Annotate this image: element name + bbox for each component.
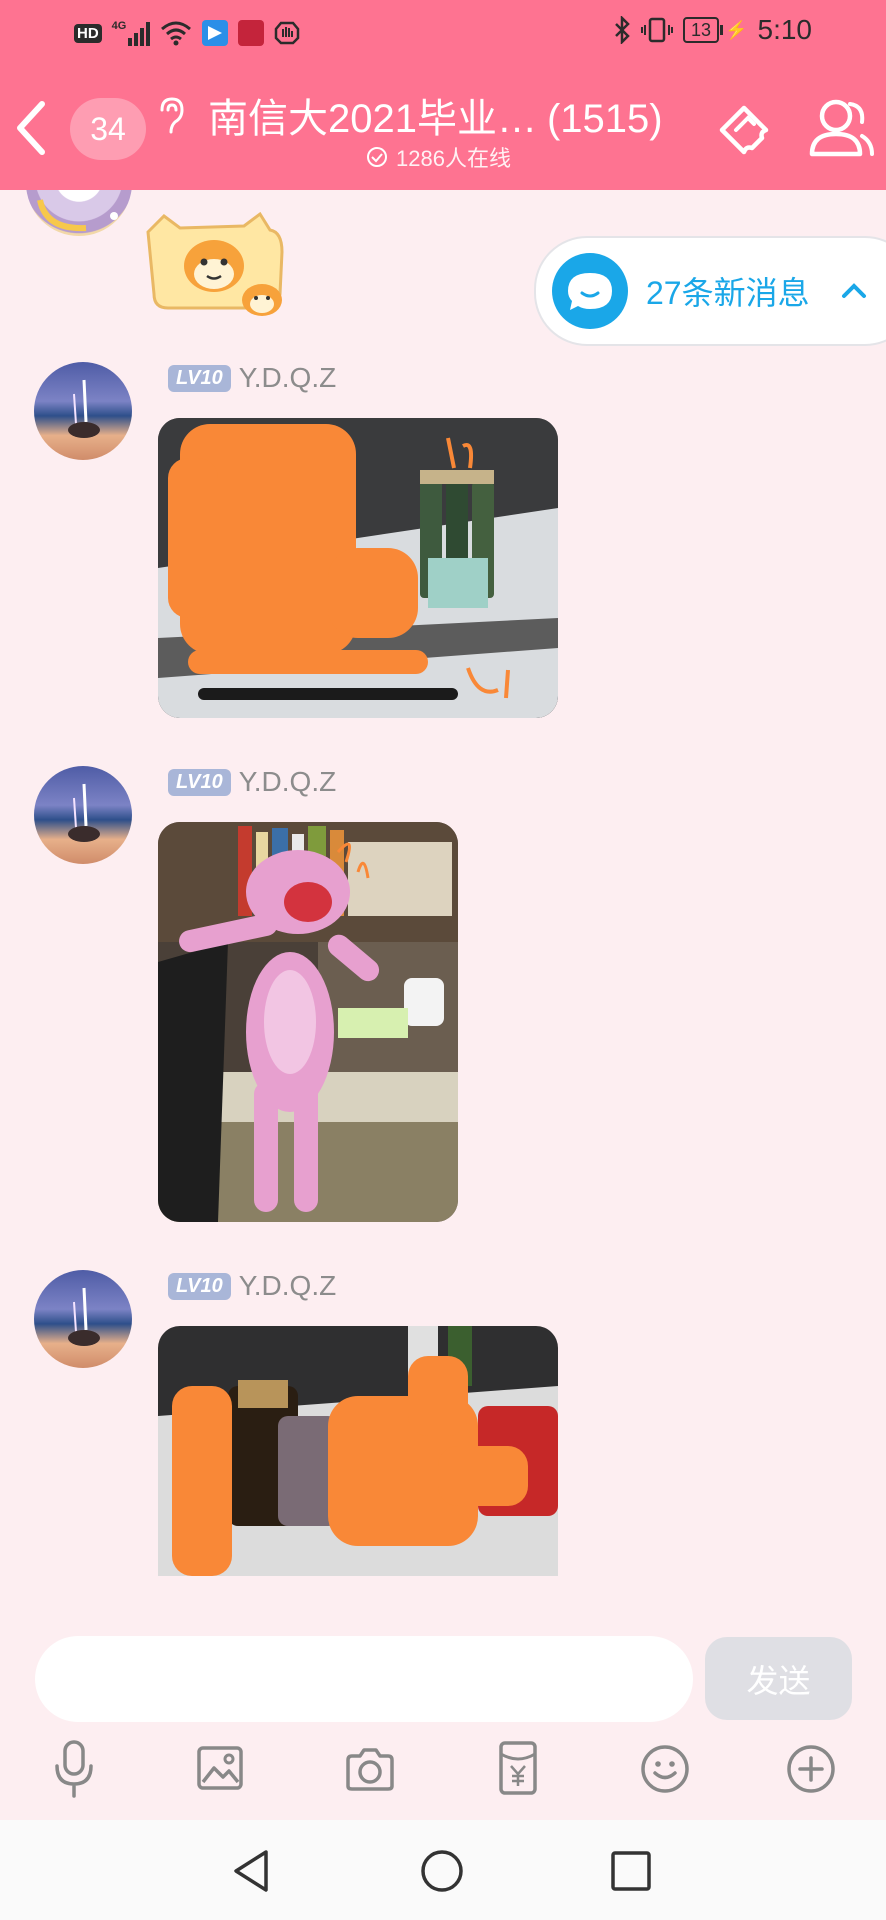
group-title: 南信大2021毕业…: [208, 97, 537, 141]
status-bar-left: HD 4G: [74, 20, 300, 46]
image-message[interactable]: [158, 822, 458, 1222]
image-message[interactable]: [158, 418, 558, 718]
chat-bubble-icon: [552, 253, 628, 329]
signal-icon: 4G: [112, 20, 151, 46]
avatar[interactable]: [26, 190, 132, 236]
level-badge: LV10: [168, 768, 231, 796]
camera-icon[interactable]: [344, 1746, 396, 1792]
earpiece-icon[interactable]: [156, 96, 186, 136]
hand-icon: [275, 21, 300, 45]
product-photo: [158, 418, 558, 718]
back-arrow-icon[interactable]: [12, 100, 50, 156]
wifi-icon: [161, 21, 192, 46]
image-icon[interactable]: [197, 1746, 243, 1790]
group-title-row[interactable]: 南信大2021毕业… (1515): [208, 86, 663, 144]
microphone-icon[interactable]: [54, 1740, 94, 1798]
message-input-field[interactable]: [63, 1636, 667, 1718]
battery-indicator: 13 ⚡: [683, 17, 748, 43]
bluetooth-icon: [615, 16, 630, 44]
avatar[interactable]: [34, 1270, 132, 1368]
username[interactable]: Y.D.Q.Z: [239, 362, 337, 394]
nav-back-icon[interactable]: [230, 1848, 274, 1894]
online-count: 1286人在线: [396, 146, 511, 171]
status-bar-right: 13 ⚡ 5:10: [613, 14, 812, 46]
nav-recents-icon[interactable]: [610, 1850, 652, 1892]
username[interactable]: Y.D.Q.Z: [239, 766, 337, 798]
red-packet-icon[interactable]: [498, 1740, 538, 1796]
plus-icon[interactable]: [786, 1744, 836, 1794]
username[interactable]: Y.D.Q.Z: [239, 1270, 337, 1302]
chat-toolbar: [0, 1740, 886, 1802]
level-badge: LV10: [168, 364, 231, 392]
chat-message-list[interactable]: LV10 Y.D.Q.Z LV10 Y.D.Q.Z LV10 Y.D.Q.Z: [0, 190, 886, 1620]
member-count: (1515): [546, 97, 663, 141]
avatar[interactable]: [34, 766, 132, 864]
send-button[interactable]: 发送: [705, 1637, 852, 1720]
huawei-icon: [238, 20, 265, 46]
vibrate-icon: [641, 17, 674, 43]
emoji-icon[interactable]: [640, 1744, 690, 1794]
cat-sticker-icon: [146, 211, 284, 316]
avatar-moon-icon: [37, 199, 118, 232]
status-time: 5:10: [757, 14, 813, 45]
send-button-label: 发送: [746, 1662, 811, 1699]
new-messages-pill[interactable]: 27条新消息: [534, 236, 886, 346]
group-members-icon[interactable]: [806, 94, 876, 160]
image-message[interactable]: [158, 1326, 558, 1576]
sticker-message[interactable]: [144, 208, 296, 320]
new-messages-label: 27条新消息: [646, 275, 810, 311]
avatar-beach-icon: [68, 379, 100, 438]
app-notification-icon: [202, 20, 229, 46]
message-input[interactable]: [35, 1636, 693, 1722]
plush-toy-photo: [158, 822, 458, 1222]
avatar-beach-icon: [68, 1287, 100, 1346]
unread-count-label: 34: [90, 110, 126, 147]
system-navigation-bar: [0, 1820, 886, 1920]
chevron-up-icon: [841, 283, 866, 298]
nav-home-icon[interactable]: [420, 1849, 464, 1893]
online-status: 1286人在线: [366, 141, 511, 173]
hd-badge: HD: [74, 23, 102, 43]
message-sender: LV10 Y.D.Q.Z: [168, 362, 336, 394]
chat-header: HD 4G 13 ⚡ 5:10 34 南信大2021毕业… (1515) 128…: [0, 0, 886, 190]
avatar[interactable]: [34, 362, 132, 460]
message-sender: LV10 Y.D.Q.Z: [168, 766, 336, 798]
message-sender: LV10 Y.D.Q.Z: [168, 1270, 336, 1302]
unread-count-badge[interactable]: 34: [70, 98, 146, 160]
ticket-icon[interactable]: [714, 98, 774, 158]
level-badge: LV10: [168, 1272, 231, 1300]
online-check-icon: [367, 147, 387, 167]
cosmetics-photo: [158, 1326, 558, 1576]
avatar-beach-icon: [68, 783, 100, 842]
